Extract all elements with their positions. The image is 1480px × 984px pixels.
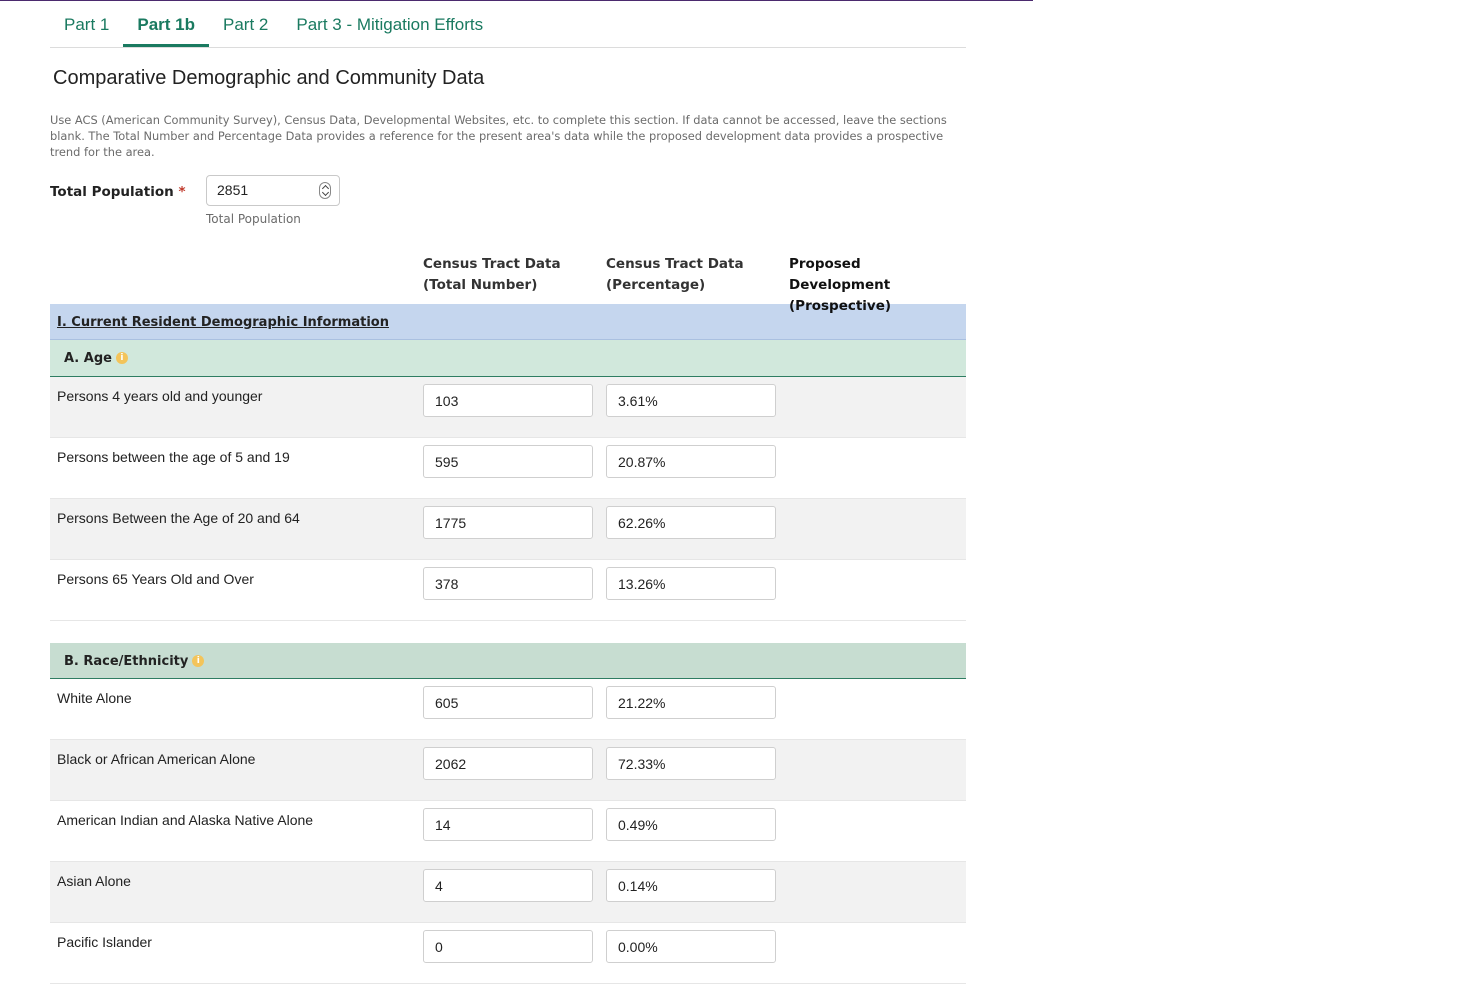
subsection-age-title: A. Age [64,351,112,366]
subsection-age: A. Age i [50,340,966,377]
col-header-total-number-line1: Census Tract Data [423,256,561,272]
percentage-input[interactable]: 62.26% [606,506,776,539]
col-header-proposed-line2: (Prospective) [789,298,892,314]
table-row: Persons 4 years old and younger 103 3.61… [50,377,966,438]
info-icon[interactable]: i [115,352,128,364]
percentage-input[interactable]: 21.22% [606,686,776,719]
table-row: Black or African American Alone 2062 72.… [50,740,966,801]
subsection-race-title: B. Race/Ethnicity [64,654,189,669]
col-header-total-number: Census Tract Data (Total Number) [423,254,561,296]
column-headers: Census Tract Data (Total Number) Census … [50,254,966,314]
table-row: Persons Between the Age of 20 and 64 177… [50,499,966,560]
row-label: Persons between the age of 5 and 19 [57,449,290,465]
total-number-input[interactable]: 595 [423,445,593,478]
info-icon[interactable]: i [192,655,205,667]
tab-part-1b[interactable]: Part 1b [123,0,209,47]
total-number-input[interactable]: 1775 [423,506,593,539]
row-label: Persons 65 Years Old and Over [57,571,254,587]
row-label: Persons Between the Age of 20 and 64 [57,510,300,526]
col-header-percentage-line2: (Percentage) [606,277,706,293]
percentage-input[interactable]: 13.26% [606,567,776,600]
col-header-proposed-line1: Proposed Development [789,256,891,293]
percentage-input[interactable]: 0.49% [606,808,776,841]
row-label: White Alone [57,690,132,706]
page-title: Comparative Demographic and Community Da… [53,67,485,89]
total-population-row: Total Population * 2851 Total Population [50,175,966,260]
tab-part-3[interactable]: Part 3 - Mitigation Efforts [282,0,497,47]
percentage-input[interactable]: 0.14% [606,869,776,902]
col-header-percentage: Census Tract Data (Percentage) [606,254,744,296]
total-population-label: Total Population * [50,184,186,200]
total-population-input[interactable]: 2851 [206,175,340,206]
row-label: American Indian and Alaska Native Alone [57,812,314,828]
total-number-input[interactable]: 4 [423,869,593,902]
table-row: White Alone 605 21.22% [50,679,966,740]
table-row: Pacific Islander 0 0.00% [50,923,966,984]
row-label: Black or African American Alone [57,751,256,767]
total-number-input[interactable]: 605 [423,686,593,719]
col-header-proposed: Proposed Development (Prospective) [789,254,966,317]
total-population-help: Total Population [206,212,301,226]
col-header-percentage-line1: Census Tract Data [606,256,744,272]
percentage-input[interactable]: 72.33% [606,747,776,780]
form-container: Part 1 Part 1b Part 2 Part 3 - Mitigatio… [50,0,966,984]
intro-text: Use ACS (American Community Survey), Cen… [50,113,947,159]
tab-part-1[interactable]: Part 1 [50,0,123,47]
table-row: Persons between the age of 5 and 19 595 … [50,438,966,499]
table-row: Asian Alone 4 0.14% [50,862,966,923]
col-header-total-number-line2: (Total Number) [423,277,538,293]
tab-bar: Part 1 Part 1b Part 2 Part 3 - Mitigatio… [50,0,966,48]
table-row: Persons 65 Years Old and Over 378 13.26% [50,560,966,621]
total-population-value: 2851 [217,182,249,198]
required-marker: * [178,184,186,200]
percentage-input[interactable]: 3.61% [606,384,776,417]
row-label: Asian Alone [57,873,131,889]
total-number-input[interactable]: 14 [423,808,593,841]
total-number-input[interactable]: 2062 [423,747,593,780]
total-population-label-text: Total Population [50,184,174,200]
tab-part-2[interactable]: Part 2 [209,0,282,47]
total-number-input[interactable]: 103 [423,384,593,417]
subsection-race: B. Race/Ethnicity i [50,643,966,679]
number-spinner-icon[interactable] [319,182,331,199]
table-row: American Indian and Alaska Native Alone … [50,801,966,862]
total-number-input[interactable]: 378 [423,567,593,600]
percentage-input[interactable]: 20.87% [606,445,776,478]
row-label: Pacific Islander [57,934,152,950]
row-label: Persons 4 years old and younger [57,388,263,404]
